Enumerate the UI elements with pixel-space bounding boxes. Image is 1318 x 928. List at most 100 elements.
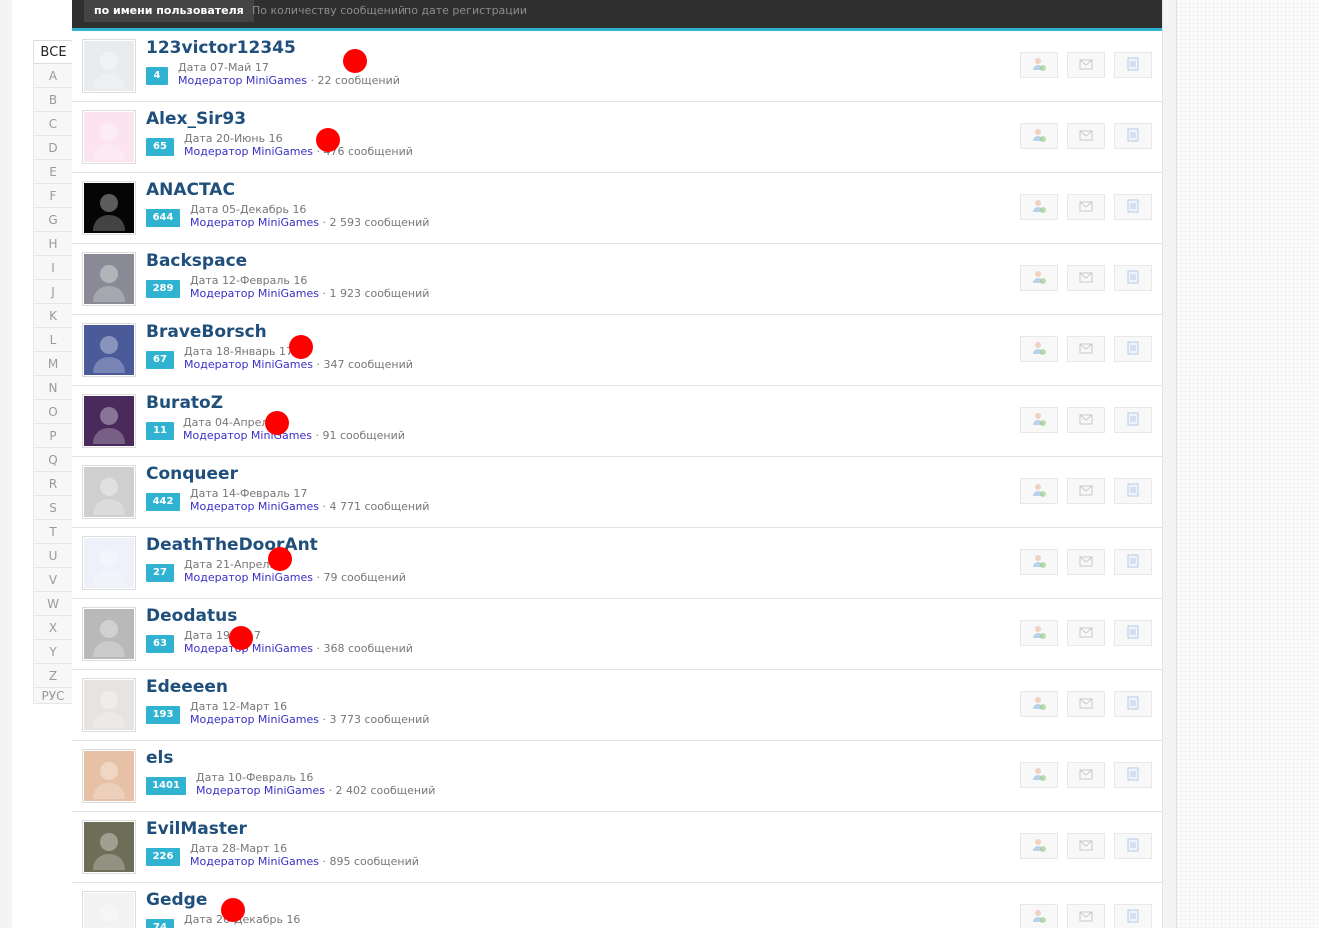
reputation-badge[interactable]: 4 — [146, 67, 168, 85]
message-envelope-button[interactable] — [1067, 691, 1105, 717]
add-friend-button[interactable] — [1020, 904, 1058, 928]
alpha-filter-o[interactable]: O — [33, 400, 73, 424]
member-group-link[interactable]: Модератор MiniGames — [190, 287, 319, 300]
reputation-badge[interactable]: 644 — [146, 209, 180, 227]
add-friend-button[interactable] — [1020, 123, 1058, 149]
alpha-filter-s[interactable]: S — [33, 496, 73, 520]
member-group-link[interactable]: Модератор MiniGames — [178, 74, 307, 87]
member-username-link[interactable]: BraveBorsch — [146, 322, 267, 342]
sort-by-posts-tab[interactable]: По количеству сообщений — [252, 0, 405, 22]
message-envelope-button[interactable] — [1067, 549, 1105, 575]
message-envelope-button[interactable] — [1067, 123, 1105, 149]
alpha-filter-n[interactable]: N — [33, 376, 73, 400]
add-friend-button[interactable] — [1020, 478, 1058, 504]
reputation-badge[interactable]: 11 — [146, 422, 174, 440]
reputation-badge[interactable]: 226 — [146, 848, 180, 866]
reputation-badge[interactable]: 193 — [146, 706, 180, 724]
message-envelope-button[interactable] — [1067, 336, 1105, 362]
alpha-filter-w[interactable]: W — [33, 592, 73, 616]
avatar[interactable] — [82, 394, 136, 448]
message-envelope-button[interactable] — [1067, 478, 1105, 504]
member-group-link[interactable]: Модератор MiniGames — [190, 855, 319, 868]
member-group-link[interactable]: Модератор MiniGames — [183, 429, 312, 442]
avatar[interactable] — [82, 607, 136, 661]
alpha-filter-u[interactable]: U — [33, 544, 73, 568]
alpha-filter-k[interactable]: K — [33, 304, 73, 328]
reputation-badge[interactable]: 442 — [146, 493, 180, 511]
member-username-link[interactable]: Conqueer — [146, 464, 238, 484]
message-envelope-button[interactable] — [1067, 52, 1105, 78]
profile-document-button[interactable] — [1114, 123, 1152, 149]
avatar[interactable] — [82, 536, 136, 590]
alpha-filter-y[interactable]: Y — [33, 640, 73, 664]
avatar[interactable] — [82, 678, 136, 732]
alpha-filter-b[interactable]: B — [33, 88, 73, 112]
member-group-link[interactable]: Модератор MiniGames — [196, 784, 325, 797]
sort-by-username-tab[interactable]: по имени пользователя — [84, 0, 254, 22]
profile-document-button[interactable] — [1114, 478, 1152, 504]
message-envelope-button[interactable] — [1067, 194, 1105, 220]
add-friend-button[interactable] — [1020, 620, 1058, 646]
member-group-link[interactable]: Модератор MiniGames — [190, 216, 319, 229]
add-friend-button[interactable] — [1020, 833, 1058, 859]
reputation-badge[interactable]: 74 — [146, 919, 174, 928]
member-username-link[interactable]: EvilMaster — [146, 819, 247, 839]
avatar[interactable] — [82, 252, 136, 306]
add-friend-button[interactable] — [1020, 194, 1058, 220]
alpha-filter-x[interactable]: X — [33, 616, 73, 640]
message-envelope-button[interactable] — [1067, 762, 1105, 788]
add-friend-button[interactable] — [1020, 549, 1058, 575]
member-group-link[interactable]: Модератор MiniGames — [184, 358, 313, 371]
alpha-filter-all[interactable]: ВСЕ — [33, 40, 73, 64]
alpha-filter-p[interactable]: P — [33, 424, 73, 448]
alpha-filter-m[interactable]: M — [33, 352, 73, 376]
avatar[interactable] — [82, 323, 136, 377]
alpha-filter-t[interactable]: T — [33, 520, 73, 544]
avatar[interactable] — [82, 749, 136, 803]
add-friend-button[interactable] — [1020, 265, 1058, 291]
profile-document-button[interactable] — [1114, 833, 1152, 859]
avatar[interactable] — [82, 820, 136, 874]
add-friend-button[interactable] — [1020, 336, 1058, 362]
message-envelope-button[interactable] — [1067, 407, 1105, 433]
avatar[interactable] — [82, 891, 136, 928]
message-envelope-button[interactable] — [1067, 904, 1105, 928]
member-group-link[interactable]: Модератор MiniGames — [190, 500, 319, 513]
member-username-link[interactable]: els — [146, 748, 173, 768]
profile-document-button[interactable] — [1114, 407, 1152, 433]
member-username-link[interactable]: Backspace — [146, 251, 247, 271]
alpha-filter-v[interactable]: V — [33, 568, 73, 592]
add-friend-button[interactable] — [1020, 52, 1058, 78]
add-friend-button[interactable] — [1020, 691, 1058, 717]
alpha-filter-a[interactable]: A — [33, 64, 73, 88]
member-username-link[interactable]: Edeeeen — [146, 677, 228, 697]
avatar[interactable] — [82, 465, 136, 519]
reputation-badge[interactable]: 67 — [146, 351, 174, 369]
alpha-filter-c[interactable]: C — [33, 112, 73, 136]
reputation-badge[interactable]: 63 — [146, 635, 174, 653]
alpha-filter-i[interactable]: I — [33, 256, 73, 280]
member-group-link[interactable]: Модератор MiniGames — [184, 571, 313, 584]
member-username-link[interactable]: Gedge — [146, 890, 207, 910]
alpha-filter-h[interactable]: H — [33, 232, 73, 256]
profile-document-button[interactable] — [1114, 265, 1152, 291]
reputation-badge[interactable]: 1401 — [146, 777, 186, 795]
avatar[interactable] — [82, 181, 136, 235]
profile-document-button[interactable] — [1114, 52, 1152, 78]
profile-document-button[interactable] — [1114, 549, 1152, 575]
member-username-link[interactable]: BuratoZ — [146, 393, 223, 413]
member-username-link[interactable]: Deodatus — [146, 606, 237, 626]
sort-by-registration-tab[interactable]: по дате регистрации — [404, 0, 527, 22]
member-username-link[interactable]: DeathTheDoorAnt — [146, 535, 318, 555]
alpha-filter-q[interactable]: Q — [33, 448, 73, 472]
alpha-filter-d[interactable]: D — [33, 136, 73, 160]
member-username-link[interactable]: Alex_Sir93 — [146, 109, 246, 129]
profile-document-button[interactable] — [1114, 620, 1152, 646]
add-friend-button[interactable] — [1020, 762, 1058, 788]
message-envelope-button[interactable] — [1067, 833, 1105, 859]
profile-document-button[interactable] — [1114, 691, 1152, 717]
avatar[interactable] — [82, 39, 136, 93]
alpha-filter-r[interactable]: R — [33, 472, 73, 496]
profile-document-button[interactable] — [1114, 762, 1152, 788]
alpha-filter-l[interactable]: L — [33, 328, 73, 352]
